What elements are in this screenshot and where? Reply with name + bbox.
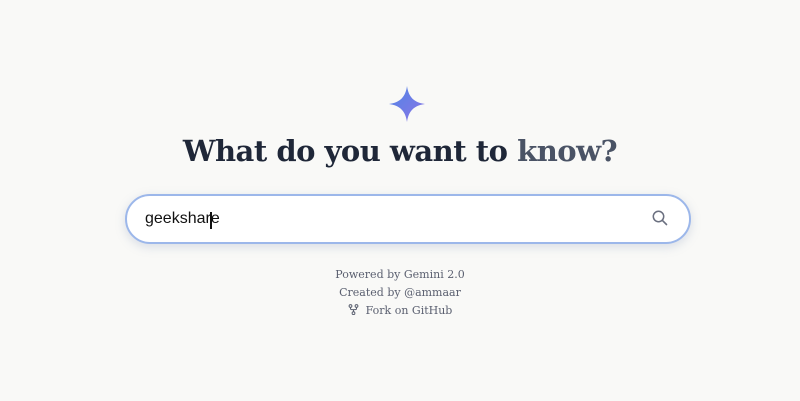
powered-by-text: Powered by Gemini 2.0: [335, 268, 465, 281]
sparkle-icon: [388, 85, 426, 123]
git-fork-icon: [348, 304, 359, 315]
title-text-emphasis: know?: [517, 134, 618, 168]
fork-on-github-link[interactable]: Fork on GitHub: [348, 304, 453, 317]
created-by-link[interactable]: Created by @ammaar: [0, 284, 800, 302]
search-icon: [651, 209, 671, 227]
text-caret: [210, 212, 212, 229]
fork-label: Fork on GitHub: [365, 304, 453, 317]
search-input[interactable]: [145, 196, 625, 241]
page: What do you want to know? Powered by Gem…: [0, 0, 800, 401]
title-text: What do you want to: [182, 134, 518, 168]
search-button[interactable]: [651, 209, 671, 229]
footer: Powered by Gemini 2.0 Created by @ammaar…: [0, 266, 800, 320]
page-title: What do you want to know?: [0, 134, 800, 168]
